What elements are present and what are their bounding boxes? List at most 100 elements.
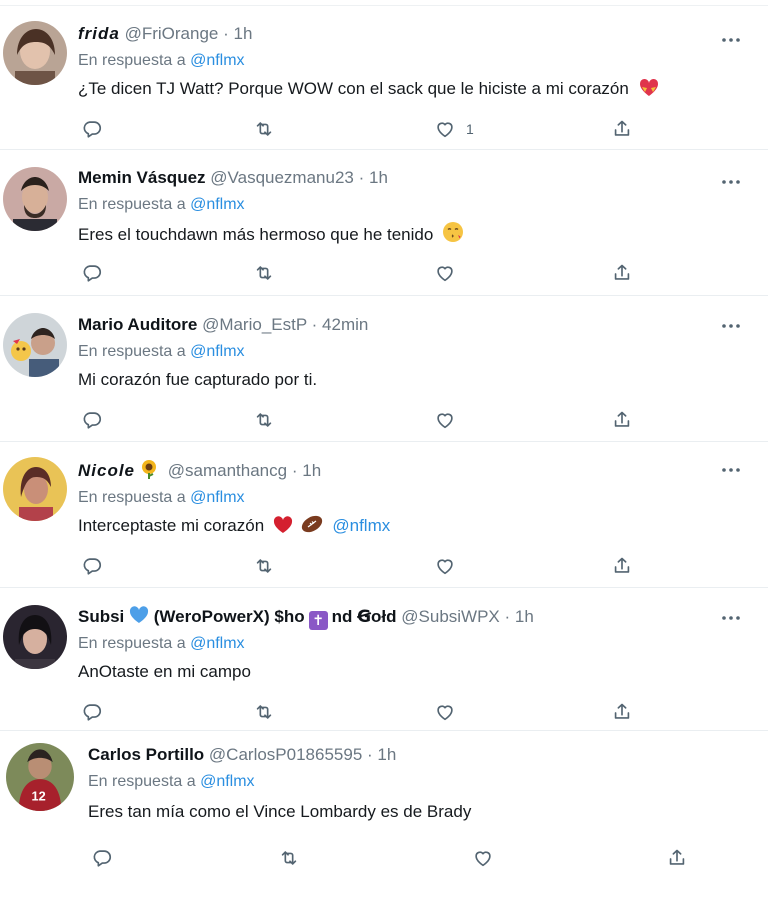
retweet-button[interactable]	[253, 259, 275, 287]
reply-icon	[81, 118, 103, 140]
reply-icon	[91, 847, 113, 869]
user-handle[interactable]: @Vasquezmanu23	[210, 168, 354, 187]
tweet-header: Memin Vásquez @Vasquezmanu23 · 1h	[78, 166, 728, 190]
tweet-text: ¿Te dicen TJ Watt? Porque WOW con el sac…	[78, 77, 728, 101]
like-icon	[434, 555, 456, 577]
share-icon	[611, 555, 633, 577]
like-button[interactable]	[434, 406, 456, 434]
reply-mention-link[interactable]: @nflmx	[190, 343, 244, 360]
reply-button[interactable]	[81, 406, 103, 434]
reply-button[interactable]	[91, 844, 113, 872]
reply-mention-link[interactable]: @nflmx	[200, 773, 254, 790]
share-icon	[611, 262, 633, 284]
like-icon	[434, 701, 456, 723]
display-name[interactable]: frida	[78, 24, 120, 43]
share-icon	[611, 409, 633, 431]
display-name[interactable]: Mario Auditore	[78, 315, 197, 334]
display-name[interactable]: Nicole	[78, 461, 135, 480]
tweet-text: Eres el touchdawn más hermoso que he ten…	[78, 221, 728, 245]
svg-text:12: 12	[32, 788, 46, 803]
like-count: 1	[466, 121, 474, 137]
retweet-button[interactable]	[253, 115, 275, 143]
reply-button[interactable]	[81, 259, 103, 287]
share-button[interactable]	[666, 844, 688, 872]
like-button[interactable]	[472, 844, 494, 872]
reply-context: En respuesta a @nflmx	[78, 632, 728, 656]
timestamp[interactable]: 1h	[515, 607, 534, 626]
retweet-icon	[278, 847, 300, 869]
share-button[interactable]	[611, 698, 633, 726]
timestamp[interactable]: 1h	[302, 461, 321, 480]
reply-context: En respuesta a @nflmx	[78, 340, 728, 364]
action-bar: 1	[78, 115, 728, 143]
red-heart-emoji-icon	[273, 516, 293, 541]
avatar[interactable]	[3, 167, 67, 231]
avatar[interactable]: 12	[6, 743, 74, 811]
avatar[interactable]	[3, 605, 67, 669]
share-button[interactable]	[611, 552, 633, 580]
tweet-text: Eres tan mía como el Vince Lombardy es d…	[88, 800, 728, 824]
timestamp[interactable]: 1h	[377, 745, 396, 764]
reply-tweet[interactable]: Nicole @samanthancg · 1h En respuesta a …	[0, 442, 768, 588]
retweet-icon	[253, 701, 275, 723]
share-icon	[611, 118, 633, 140]
reply-button[interactable]	[81, 115, 103, 143]
reply-prefix: En respuesta a	[78, 196, 186, 213]
user-handle[interactable]: @CarlosP01865595	[209, 745, 362, 764]
reply-tweet[interactable]: Subsi (WeroPowerX) $ho ✝ nd Ꞡołd @SubsiWPX…	[0, 588, 768, 731]
reply-button[interactable]	[81, 552, 103, 580]
like-icon	[434, 262, 456, 284]
like-icon	[434, 409, 456, 431]
reply-mention-link[interactable]: @nflmx	[190, 635, 244, 652]
retweet-button[interactable]	[253, 698, 275, 726]
display-name[interactable]: Carlos Portillo	[88, 745, 204, 764]
share-button[interactable]	[611, 406, 633, 434]
display-name[interactable]: Memin Vásquez	[78, 168, 206, 187]
tweet-body: Eres el touchdawn más hermoso que he ten…	[78, 225, 434, 244]
retweet-button[interactable]	[278, 844, 300, 872]
avatar[interactable]	[3, 21, 67, 85]
avatar[interactable]	[3, 313, 67, 377]
reply-tweet[interactable]: frida @FriOrange · 1h En respuesta a @nf…	[0, 6, 768, 150]
timestamp[interactable]: 42min	[322, 315, 368, 334]
retweet-button[interactable]	[253, 406, 275, 434]
share-icon	[611, 701, 633, 723]
like-button[interactable]	[434, 259, 456, 287]
reply-prefix: En respuesta a	[78, 343, 186, 360]
reply-prefix: En respuesta a	[78, 52, 186, 69]
tweet-header: Mario Auditore @Mario_EstP · 42min	[78, 313, 728, 337]
reply-tweet[interactable]: Mario Auditore @Mario_EstP · 42min En re…	[0, 296, 768, 442]
reply-context: En respuesta a @nflmx	[78, 49, 728, 73]
display-name[interactable]: Subsi (WeroPowerX) $ho ✝ nd Ꞡołd	[78, 606, 397, 630]
blue-heart-emoji-icon	[129, 606, 149, 632]
share-button[interactable]	[611, 259, 633, 287]
kiss-face-emoji-icon	[442, 221, 464, 250]
avatar[interactable]	[3, 457, 67, 521]
separator-dot: ·	[223, 24, 229, 43]
user-handle[interactable]: @Mario_EstP	[202, 315, 307, 334]
timestamp[interactable]: 1h	[369, 168, 388, 187]
reply-mention-link[interactable]: @nflmx	[190, 196, 244, 213]
text-mention-link[interactable]: @nflmx	[332, 516, 390, 535]
share-button[interactable]	[611, 115, 633, 143]
latin-cross-emoji-icon: ✝	[308, 611, 328, 630]
reply-tweet[interactable]: 12 Carlos Portillo @CarlosP01865595 · 1h…	[0, 731, 768, 909]
user-handle[interactable]: @FriOrange	[125, 24, 219, 43]
football-emoji-icon	[300, 514, 324, 541]
like-button[interactable]	[434, 552, 456, 580]
tweet-header: Nicole @samanthancg · 1h	[78, 459, 728, 483]
like-icon	[472, 847, 494, 869]
tweet-body: ¿Te dicen TJ Watt? Porque WOW con el sac…	[78, 79, 629, 98]
reply-mention-link[interactable]: @nflmx	[190, 489, 244, 506]
display-name-part: nd Ꞡołd	[331, 607, 397, 626]
like-button[interactable]: 1	[434, 115, 474, 143]
reply-button[interactable]	[81, 698, 103, 726]
like-button[interactable]	[434, 698, 456, 726]
reply-mention-link[interactable]: @nflmx	[190, 52, 244, 69]
timestamp[interactable]: 1h	[234, 24, 253, 43]
user-handle[interactable]: @samanthancg	[168, 461, 287, 480]
reply-tweet[interactable]: Memin Vásquez @Vasquezmanu23 · 1h En res…	[0, 150, 768, 296]
reply-context: En respuesta a @nflmx	[78, 486, 728, 510]
retweet-button[interactable]	[253, 552, 275, 580]
user-handle[interactable]: @SubsiWPX	[401, 607, 500, 626]
